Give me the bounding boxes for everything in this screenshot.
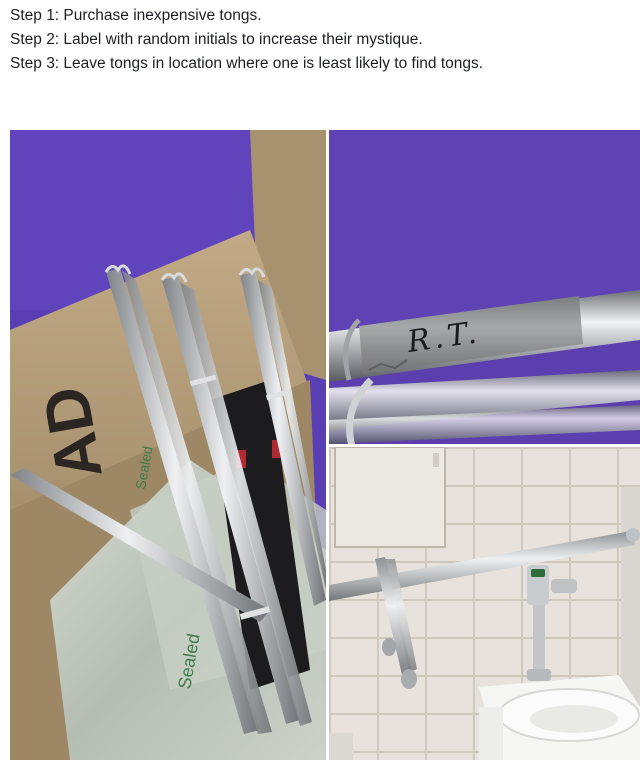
step-2-text: Step 2: Label with random initials to in… bbox=[10, 31, 423, 48]
initials-closeup-illustration: R.T. bbox=[329, 130, 640, 444]
grid-gutter-horizontal bbox=[329, 444, 640, 447]
photo-restroom-grab-bar[interactable] bbox=[329, 447, 640, 760]
photo-tongs-in-box[interactable]: AD Sealed Sealed bbox=[10, 130, 326, 760]
photo-initials-label[interactable]: R.T. bbox=[329, 130, 640, 444]
toilet bbox=[479, 675, 640, 760]
restroom-illustration bbox=[329, 447, 640, 760]
tongs-box-illustration: AD Sealed Sealed bbox=[10, 130, 326, 760]
post-caption: Step 1: Purchase inexpensive tongs. Step… bbox=[10, 4, 630, 76]
step-3-text: Step 3: Leave tongs in location where on… bbox=[10, 55, 484, 72]
step-1-text: Step 1: Purchase inexpensive tongs. bbox=[10, 7, 262, 24]
photo-grid: AD Sealed Sealed R.T. bbox=[10, 130, 640, 760]
